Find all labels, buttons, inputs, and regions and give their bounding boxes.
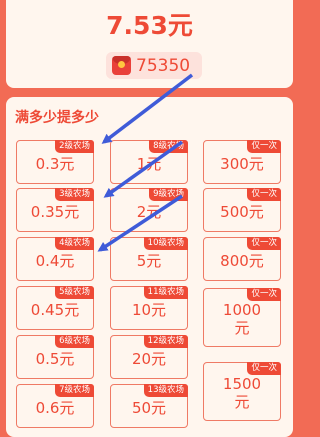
level-badge: 2级农场 <box>55 140 94 153</box>
level-badge: 6级农场 <box>55 335 94 348</box>
withdraw-option[interactable]: 10级农场 5元 <box>110 237 188 281</box>
level-badge: 8级农场 <box>149 140 188 153</box>
level-badge: 9级农场 <box>149 188 188 201</box>
level-badge: 7级农场 <box>55 384 94 397</box>
withdraw-amount: 1500 元 <box>222 375 262 411</box>
withdraw-option[interactable]: 8级农场 1元 <box>110 140 188 184</box>
withdraw-option[interactable]: 仅一次 800元 <box>203 237 281 281</box>
withdraw-amount: 0.5元 <box>35 350 75 368</box>
level-badge: 10级农场 <box>143 237 188 250</box>
withdraw-option[interactable]: 2级农场 0.3元 <box>16 140 94 184</box>
red-envelope-icon <box>112 56 131 75</box>
withdraw-amount: 0.35元 <box>30 203 80 221</box>
level-badge: 12级农场 <box>143 335 188 348</box>
withdraw-amount: 0.6元 <box>35 399 75 417</box>
coin-balance: 75350 <box>106 52 202 79</box>
level-badge: 13级农场 <box>143 384 188 397</box>
withdraw-amount: 300元 <box>220 155 264 173</box>
balance-card: 7.53元 75350 <box>6 0 293 88</box>
withdraw-option[interactable]: 3级农场 0.35元 <box>16 188 94 232</box>
withdraw-amount: 800元 <box>220 252 264 270</box>
level-badge: 4级农场 <box>55 237 94 250</box>
level-badge: 仅一次 <box>247 362 281 375</box>
withdraw-option[interactable]: 13级农场 50元 <box>110 384 188 428</box>
withdraw-option[interactable]: 5级农场 0.45元 <box>16 286 94 330</box>
coin-count: 75350 <box>136 55 191 76</box>
level-badge: 5级农场 <box>55 286 94 299</box>
withdraw-option[interactable]: 7级农场 0.6元 <box>16 384 94 428</box>
panel-title: 满多少提多少 <box>15 110 99 126</box>
level-badge: 仅一次 <box>247 140 281 153</box>
withdraw-amount: 500元 <box>220 203 264 221</box>
withdraw-option[interactable]: 仅一次 300元 <box>203 140 281 184</box>
level-badge: 11级农场 <box>143 286 188 299</box>
withdraw-option[interactable]: 6级农场 0.5元 <box>16 335 94 379</box>
withdraw-amount: 5元 <box>136 252 162 270</box>
withdraw-option[interactable]: 12级农场 20元 <box>110 335 188 379</box>
level-badge: 仅一次 <box>247 188 281 201</box>
cash-amount: 7.53元 <box>106 11 193 40</box>
withdraw-panel: 满多少提多少 2级农场 0.3元 8级农场 1元 仅一次 300元 3级农场 0.35元 9级农… <box>6 97 293 437</box>
withdraw-amount: 1000 元 <box>222 301 262 337</box>
level-badge: 仅一次 <box>247 237 281 250</box>
level-badge: 仅一次 <box>247 288 281 301</box>
withdraw-option[interactable]: 9级农场 2元 <box>110 188 188 232</box>
withdraw-amount: 0.3元 <box>35 155 75 173</box>
withdraw-amount: 1元 <box>136 155 162 173</box>
withdraw-amount: 20元 <box>131 350 167 368</box>
withdraw-amount: 50元 <box>131 399 167 417</box>
withdraw-amount: 10元 <box>131 301 167 319</box>
withdraw-option[interactable]: 4级农场 0.4元 <box>16 237 94 281</box>
withdraw-option[interactable]: 仅一次 1500 元 <box>203 362 281 421</box>
withdraw-amount: 2元 <box>136 203 162 221</box>
level-badge: 3级农场 <box>55 188 94 201</box>
withdraw-option[interactable]: 11级农场 10元 <box>110 286 188 330</box>
withdraw-option[interactable]: 仅一次 500元 <box>203 188 281 232</box>
withdraw-amount: 0.4元 <box>35 252 75 270</box>
withdraw-option[interactable]: 仅一次 1000 元 <box>203 288 281 347</box>
withdraw-amount: 0.45元 <box>30 301 80 319</box>
